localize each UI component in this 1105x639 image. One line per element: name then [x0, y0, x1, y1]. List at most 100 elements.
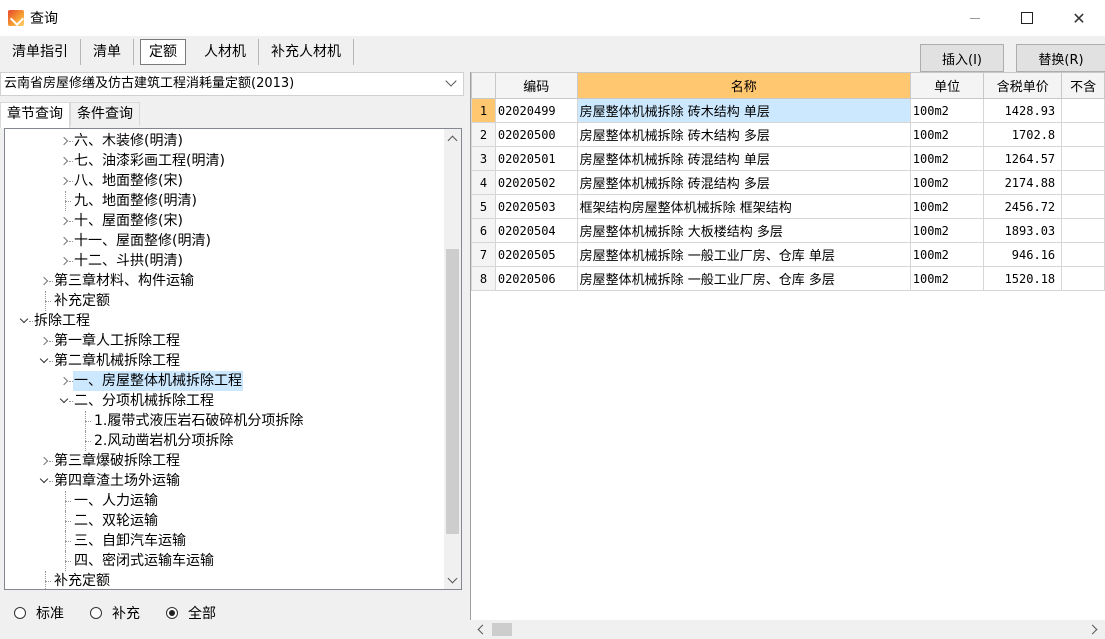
- chapter-tree[interactable]: 六、木装修(明清) 七、油漆彩画工程(明清) 八、地面整修(宋) 九、地面整修(明清)…: [4, 128, 462, 590]
- table-row[interactable]: 5 02020503 框架结构房屋整体机械拆除 框架结构 100m2 2456.72: [471, 194, 1105, 219]
- cell-name[interactable]: 房屋整体机械拆除 砖木结构 单层: [576, 98, 911, 123]
- cell-unit[interactable]: 100m2: [909, 218, 985, 243]
- tree-item[interactable]: 第四章渣土场外运输: [5, 471, 445, 491]
- scroll-right-icon[interactable]: [1086, 620, 1103, 639]
- tab-chapter-query[interactable]: 章节查询: [0, 102, 70, 128]
- cell-untaxed-price[interactable]: [1061, 146, 1105, 171]
- cell-name[interactable]: 房屋整体机械拆除 大板楼结构 多层: [576, 218, 911, 243]
- tree-item[interactable]: 第一章人工拆除工程: [5, 331, 445, 351]
- cell-code[interactable]: 02020504: [494, 218, 578, 243]
- tab-supplement-labor-material[interactable]: 补充人材机: [259, 39, 354, 65]
- tree-item[interactable]: 拆除工程: [5, 311, 445, 331]
- row-index[interactable]: 8: [471, 266, 496, 291]
- maximize-button[interactable]: [1001, 0, 1053, 36]
- tree-item[interactable]: 十一、屋面整修(明清): [5, 231, 445, 251]
- cell-taxed-price[interactable]: 2456.72: [983, 194, 1063, 219]
- cell-taxed-price[interactable]: 1702.8: [983, 122, 1063, 147]
- table-row[interactable]: 4 02020502 房屋整体机械拆除 砖混结构 多层 100m2 2174.88: [471, 170, 1105, 195]
- insert-button[interactable]: 插入(I): [920, 44, 1004, 72]
- tab-quota[interactable]: 定额: [140, 39, 186, 65]
- cell-untaxed-price[interactable]: [1061, 218, 1105, 243]
- cell-name[interactable]: 房屋整体机械拆除 砖木结构 多层: [576, 122, 911, 147]
- table-row[interactable]: 7 02020505 房屋整体机械拆除 一般工业厂房、仓库 单层 100m2 946.1…: [471, 242, 1105, 267]
- tab-condition-query[interactable]: 条件查询: [70, 102, 140, 126]
- row-index[interactable]: 7: [471, 242, 496, 267]
- table-row[interactable]: 3 02020501 房屋整体机械拆除 砖混结构 单层 100m2 1264.57: [471, 146, 1105, 171]
- table-row[interactable]: 8 02020506 房屋整体机械拆除 一般工业厂房、仓库 多层 100m2 1520.…: [471, 266, 1105, 291]
- grid-h-scrollbar[interactable]: [470, 620, 1105, 639]
- row-index[interactable]: 6: [471, 218, 496, 243]
- tree-item[interactable]: 三、自卸汽车运输: [5, 531, 445, 551]
- row-index[interactable]: 5: [471, 194, 496, 219]
- tree-item[interactable]: 补充定额: [5, 291, 445, 311]
- cell-taxed-price[interactable]: 1264.57: [983, 146, 1063, 171]
- table-row[interactable]: 2 02020500 房屋整体机械拆除 砖木结构 多层 100m2 1702.8: [471, 122, 1105, 147]
- tree-item[interactable]: 二、分项机械拆除工程: [5, 391, 445, 411]
- cell-code[interactable]: 02020501: [494, 146, 578, 171]
- scroll-down-icon[interactable]: [444, 572, 461, 589]
- tree-item[interactable]: 十二、斗拱(明清): [5, 251, 445, 271]
- cell-name[interactable]: 框架结构房屋整体机械拆除 框架结构: [576, 194, 911, 219]
- cell-untaxed-price[interactable]: [1061, 266, 1105, 291]
- cell-unit[interactable]: 100m2: [909, 170, 985, 195]
- cell-code[interactable]: 02020499: [494, 98, 578, 123]
- cell-code[interactable]: 02020506: [494, 266, 578, 291]
- cell-unit[interactable]: 100m2: [909, 242, 985, 267]
- grid-scroll-thumb[interactable]: [492, 623, 512, 636]
- tree-item[interactable]: 七、油漆彩画工程(明清): [5, 151, 445, 171]
- cell-name[interactable]: 房屋整体机械拆除 砖混结构 多层: [576, 170, 911, 195]
- cell-unit[interactable]: 100m2: [909, 98, 985, 123]
- header-taxed-price[interactable]: 含税单价: [983, 72, 1063, 99]
- cell-untaxed-price[interactable]: [1061, 98, 1105, 123]
- cell-taxed-price[interactable]: 1893.03: [983, 218, 1063, 243]
- tree-item[interactable]: 第三章爆破拆除工程: [5, 451, 445, 471]
- radio-standard[interactable]: 标准: [14, 603, 64, 623]
- tree-scroll-thumb[interactable]: [446, 249, 459, 534]
- cell-untaxed-price[interactable]: [1061, 170, 1105, 195]
- cell-untaxed-price[interactable]: [1061, 242, 1105, 267]
- tree-item[interactable]: 八、地面整修(宋): [5, 171, 445, 191]
- header-code[interactable]: 编码: [494, 72, 578, 99]
- cell-taxed-price[interactable]: 1520.18: [983, 266, 1063, 291]
- tree-scrollbar[interactable]: [444, 129, 461, 589]
- cell-name[interactable]: 房屋整体机械拆除 砖混结构 单层: [576, 146, 911, 171]
- row-index[interactable]: 2: [471, 122, 496, 147]
- tree-item[interactable]: 第二章机械拆除工程: [5, 351, 445, 371]
- row-index[interactable]: 1: [471, 98, 496, 123]
- tree-item[interactable]: 四、密闭式运输车运输: [5, 551, 445, 571]
- tree-item[interactable]: 第三章材料、构件运输: [5, 271, 445, 291]
- tree-item[interactable]: 一、人力运输: [5, 491, 445, 511]
- radio-supplement[interactable]: 补充: [90, 603, 140, 623]
- tree-item[interactable]: 二、双轮运输: [5, 511, 445, 531]
- tree-item[interactable]: 1.履带式液压岩石破碎机分项拆除: [5, 411, 445, 431]
- header-untaxed-price[interactable]: 不含: [1061, 72, 1105, 99]
- row-index[interactable]: 3: [471, 146, 496, 171]
- tree-item[interactable]: 补充定额: [5, 571, 445, 589]
- table-row[interactable]: 1 02020499 房屋整体机械拆除 砖木结构 单层 100m2 1428.93: [471, 98, 1105, 123]
- cell-taxed-price[interactable]: 2174.88: [983, 170, 1063, 195]
- cell-name[interactable]: 房屋整体机械拆除 一般工业厂房、仓库 多层: [576, 266, 911, 291]
- tree-item[interactable]: 2.风动凿岩机分项拆除: [5, 431, 445, 451]
- radio-standard-dot[interactable]: [14, 607, 26, 619]
- cell-untaxed-price[interactable]: [1061, 122, 1105, 147]
- header-name[interactable]: 名称: [576, 72, 911, 99]
- tree-item[interactable]: 一、房屋整体机械拆除工程: [5, 371, 445, 391]
- cell-name[interactable]: 房屋整体机械拆除 一般工业厂房、仓库 单层: [576, 242, 911, 267]
- close-button[interactable]: ✕: [1053, 0, 1105, 36]
- tab-labor-material-machine[interactable]: 人材机: [192, 39, 259, 65]
- cell-unit[interactable]: 100m2: [909, 122, 985, 147]
- replace-button[interactable]: 替换(R): [1016, 44, 1105, 72]
- tree-item[interactable]: 六、木装修(明清): [5, 131, 445, 151]
- cell-unit[interactable]: 100m2: [909, 266, 985, 291]
- cell-unit[interactable]: 100m2: [909, 194, 985, 219]
- tab-bill[interactable]: 清单: [81, 39, 134, 65]
- tree-item[interactable]: 九、地面整修(明清): [5, 191, 445, 211]
- table-row[interactable]: 6 02020504 房屋整体机械拆除 大板楼结构 多层 100m2 1893.03: [471, 218, 1105, 243]
- header-unit[interactable]: 单位: [909, 72, 985, 99]
- cell-taxed-price[interactable]: 946.16: [983, 242, 1063, 267]
- row-index[interactable]: 4: [471, 170, 496, 195]
- cell-code[interactable]: 02020503: [494, 194, 578, 219]
- cell-untaxed-price[interactable]: [1061, 194, 1105, 219]
- scroll-left-icon[interactable]: [472, 620, 489, 639]
- scroll-up-icon[interactable]: [444, 129, 461, 146]
